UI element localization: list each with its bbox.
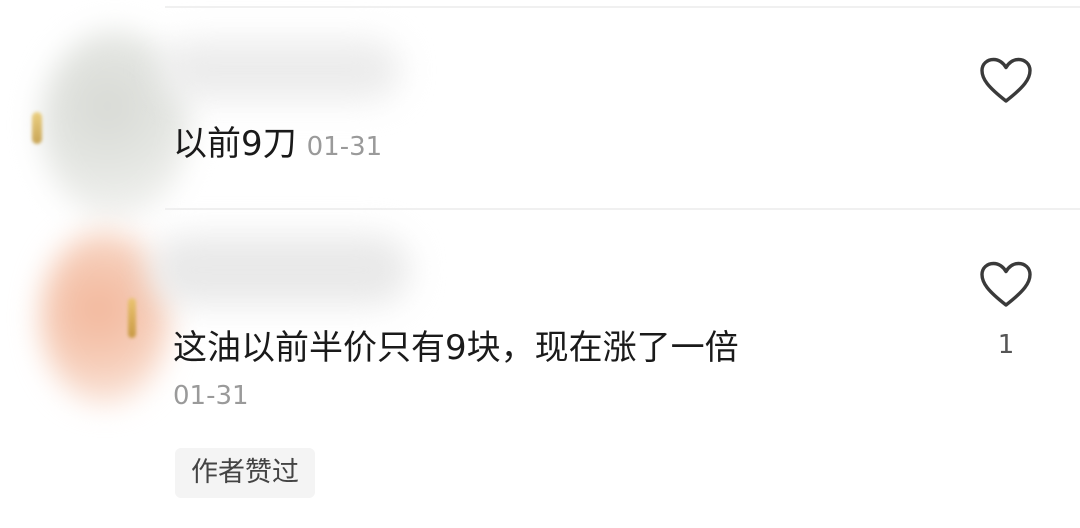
heart-outline-icon — [980, 57, 1032, 103]
comment-body: 这油以前半价只有9块，现在涨了一倍 — [173, 328, 739, 368]
author-liked-badge: 作者赞过 — [175, 448, 315, 498]
like-button[interactable] — [978, 56, 1034, 106]
comment-body: 以前9刀 — [173, 124, 297, 164]
comment-list: 以前9刀 01-31 这油以前半价只有9块，现在涨了一倍 01-31 作者赞过 1 — [0, 0, 1080, 528]
avatar-ornament — [32, 112, 42, 144]
comment-time: 01-31 — [306, 132, 383, 162]
like-button[interactable] — [978, 260, 1034, 310]
comment-item: 这油以前半价只有9块，现在涨了一倍 01-31 作者赞过 1 — [0, 210, 1080, 528]
heart-outline-icon — [980, 261, 1032, 307]
avatar[interactable] — [40, 230, 170, 405]
comment-time: 01-31 — [173, 381, 249, 411]
avatar-ornament — [128, 298, 136, 338]
username[interactable] — [150, 235, 410, 305]
comment-item: 以前9刀 01-31 — [0, 0, 1080, 220]
like-count: 1 — [997, 330, 1015, 360]
comment-text[interactable]: 这油以前半价只有9块，现在涨了一倍 — [173, 328, 739, 368]
comment-text[interactable]: 以前9刀 01-31 — [173, 124, 382, 167]
username[interactable] — [160, 40, 400, 100]
